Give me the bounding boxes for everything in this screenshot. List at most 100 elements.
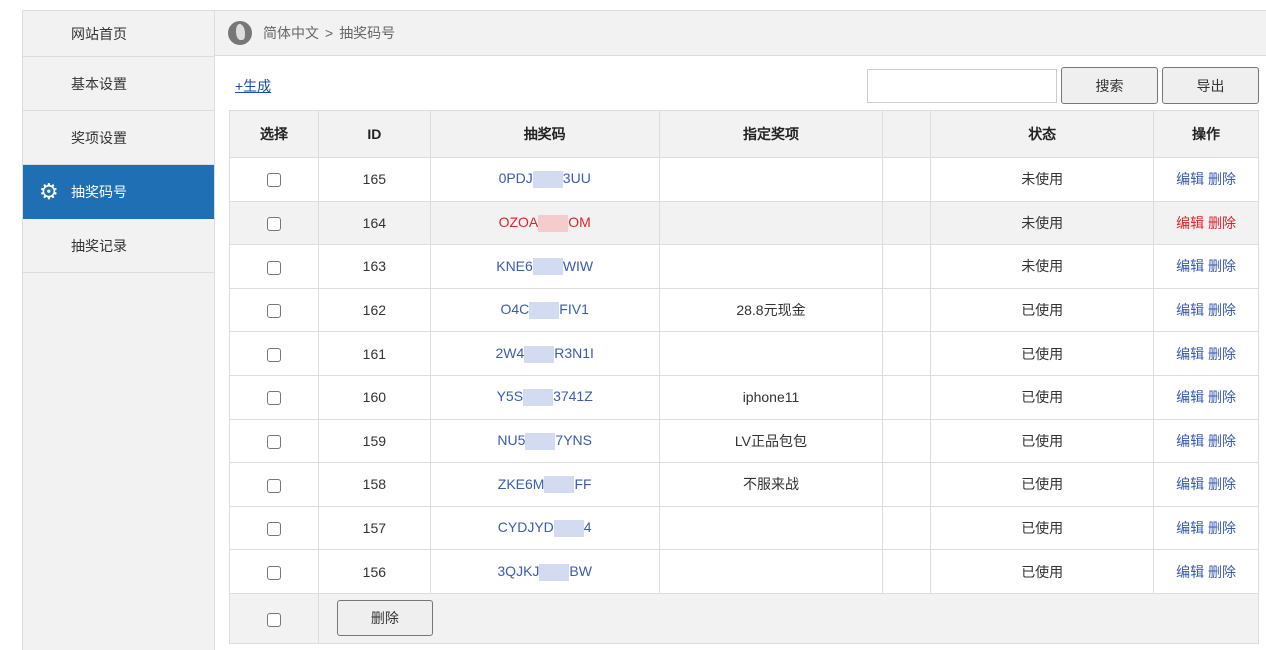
- search-button[interactable]: 搜索: [1061, 67, 1158, 104]
- edit-link[interactable]: 编辑: [1176, 171, 1204, 187]
- prize-cell: LV正品包包: [658, 418, 884, 464]
- delete-link[interactable]: 删除: [1208, 389, 1236, 405]
- row-checkbox[interactable]: [266, 304, 281, 319]
- edit-link[interactable]: 编辑: [1176, 564, 1204, 580]
- code-start: 2W4: [495, 344, 525, 361]
- select-all-checkbox[interactable]: [266, 612, 281, 627]
- select-cell: [229, 287, 319, 333]
- gear-icon: ⚙: [39, 179, 59, 204]
- code-cell: ZKE6M FF: [429, 462, 660, 507]
- select-cell: [229, 157, 319, 202]
- delete-link[interactable]: 删除: [1208, 258, 1236, 274]
- row-checkbox[interactable]: [266, 260, 281, 275]
- row-checkbox[interactable]: [266, 173, 281, 188]
- bulk-delete-button[interactable]: 删除: [336, 600, 433, 637]
- delete-link[interactable]: 删除: [1208, 433, 1236, 449]
- edit-link[interactable]: 编辑: [1176, 389, 1204, 405]
- sidebar-item-lottery-records[interactable]: 抽奖记录: [23, 219, 214, 273]
- status-cell: 未使用: [930, 244, 1155, 289]
- lottery-code[interactable]: 2W4 R3N1I: [495, 344, 594, 363]
- lottery-code[interactable]: NU5 7YNS: [497, 432, 592, 450]
- redaction-blur: [539, 563, 570, 581]
- lottery-code-table: 选择 ID 抽奖码 指定奖项 状态 操作 165 0PDJ 3UU 未使用 编辑 删除 1…: [229, 110, 1260, 644]
- lottery-code[interactable]: 3QJKJ BW: [497, 562, 592, 581]
- sidebar-item-basic-settings[interactable]: 基本设置: [23, 57, 214, 111]
- delete-link[interactable]: 删除: [1208, 302, 1236, 318]
- id-cell: 165: [317, 157, 431, 202]
- code-end: 3UU: [562, 170, 591, 187]
- actions-cell: 编辑 删除: [1153, 418, 1259, 464]
- generate-link[interactable]: +生成: [235, 76, 271, 96]
- code-start: 3QJKJ: [497, 562, 540, 579]
- prize-cell: [658, 157, 884, 202]
- sidebar-item-lottery-codes[interactable]: ⚙ 抽奖码号: [23, 165, 214, 219]
- prize-cell: 不服来战: [658, 462, 884, 507]
- code-cell: 0PDJ 3UU: [429, 157, 660, 202]
- actions-cell: 编辑 删除: [1153, 331, 1259, 376]
- breadcrumb-language[interactable]: 简体中文: [263, 23, 319, 43]
- edit-link[interactable]: 编辑: [1176, 258, 1204, 274]
- code-end: R3N1I: [554, 344, 594, 361]
- lottery-code[interactable]: CYDJYD 4: [498, 519, 592, 537]
- header-actions: 操作: [1153, 110, 1259, 158]
- code-cell: 2W4 R3N1I: [429, 331, 660, 376]
- empty-cell: [882, 244, 932, 289]
- delete-link[interactable]: 删除: [1208, 215, 1236, 231]
- edit-link[interactable]: 编辑: [1176, 520, 1204, 536]
- code-end: 3741Z: [553, 388, 593, 405]
- sidebar-item-label: 网站首页: [71, 25, 127, 42]
- lottery-code[interactable]: O4C FIV1: [500, 301, 589, 319]
- edit-link[interactable]: 编辑: [1176, 302, 1204, 318]
- code-end: OM: [568, 213, 591, 230]
- redaction-blur: [538, 214, 569, 232]
- lottery-code[interactable]: KNE6 WIW: [496, 258, 593, 276]
- redaction-blur: [544, 476, 575, 494]
- code-cell: 3QJKJ BW: [429, 549, 660, 594]
- sidebar: 网站首页 基本设置 奖项设置 ⚙ 抽奖码号 抽奖记录: [22, 10, 215, 650]
- select-cell: [229, 505, 319, 551]
- header-id: ID: [317, 110, 431, 158]
- prize-cell: [658, 505, 884, 551]
- actions-cell: 编辑 删除: [1153, 505, 1259, 551]
- row-checkbox[interactable]: [266, 435, 281, 449]
- id-cell: 161: [317, 331, 431, 376]
- delete-link[interactable]: 删除: [1208, 564, 1236, 580]
- header-select: 选择: [229, 110, 319, 158]
- row-checkbox[interactable]: [266, 217, 281, 232]
- lottery-code[interactable]: 0PDJ 3UU: [499, 170, 591, 189]
- row-checkbox[interactable]: [266, 565, 281, 580]
- sidebar-item-home[interactable]: 网站首页: [23, 11, 214, 57]
- empty-cell: [882, 418, 932, 464]
- select-cell: [229, 374, 319, 420]
- delete-link[interactable]: 删除: [1208, 346, 1236, 362]
- sidebar-item-prize-settings[interactable]: 奖项设置: [23, 111, 214, 165]
- status-cell: 已使用: [930, 505, 1155, 551]
- select-all-cell: [229, 592, 319, 644]
- id-cell: 158: [317, 462, 431, 507]
- export-button[interactable]: 导出: [1162, 67, 1259, 104]
- prize-cell: [658, 244, 884, 289]
- edit-link[interactable]: 编辑: [1176, 433, 1204, 449]
- actions-cell: 编辑 删除: [1153, 549, 1259, 594]
- row-checkbox[interactable]: [266, 522, 281, 537]
- table-row: 159 NU5 7YNS LV正品包包 已使用 编辑 删除: [229, 418, 1259, 464]
- edit-link[interactable]: 编辑: [1176, 346, 1204, 362]
- edit-link[interactable]: 编辑: [1176, 476, 1204, 492]
- delete-link[interactable]: 删除: [1208, 520, 1236, 536]
- row-checkbox[interactable]: [266, 391, 281, 406]
- row-checkbox[interactable]: [266, 478, 281, 493]
- delete-link[interactable]: 删除: [1208, 171, 1236, 187]
- lottery-code[interactable]: OZOA OM: [499, 213, 591, 232]
- delete-link[interactable]: 删除: [1208, 476, 1236, 492]
- select-cell: [229, 244, 319, 289]
- edit-link[interactable]: 编辑: [1176, 215, 1204, 231]
- bulk-actions-cell: 删除: [317, 592, 1260, 644]
- empty-cell: [882, 287, 932, 333]
- redaction-blur: [523, 389, 554, 407]
- row-checkbox[interactable]: [266, 347, 281, 362]
- lottery-code[interactable]: ZKE6M FF: [498, 476, 592, 494]
- table-row: 163 KNE6 WIW 未使用 编辑 删除: [229, 244, 1259, 289]
- code-start: O4C: [500, 301, 530, 318]
- search-input[interactable]: [867, 69, 1057, 103]
- lottery-code[interactable]: Y5S 3741Z: [497, 388, 593, 407]
